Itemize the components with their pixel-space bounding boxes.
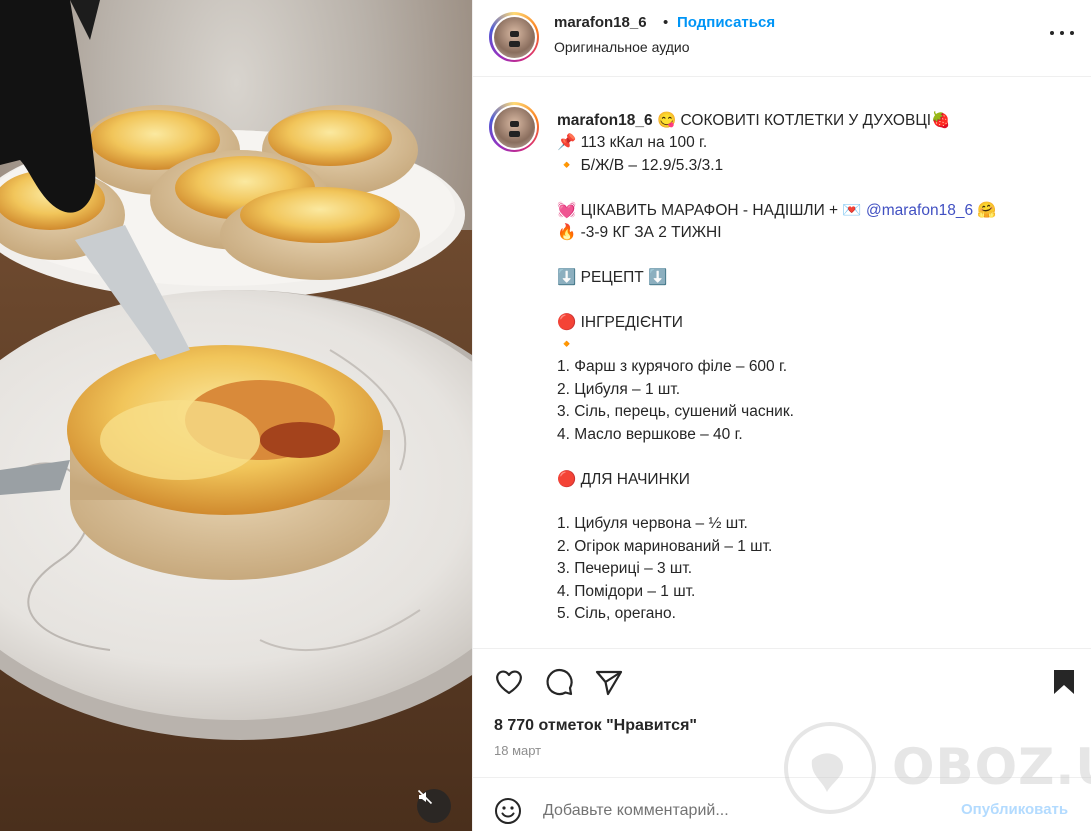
- audio-label[interactable]: Оригинальное аудио: [554, 39, 690, 55]
- mute-button[interactable]: [417, 789, 451, 823]
- mute-icon: [417, 789, 433, 805]
- caption-avatar[interactable]: [489, 102, 539, 152]
- more-icon: [1050, 31, 1054, 35]
- post-header: marafon18_6 • Подписаться Оригинальное а…: [473, 0, 1091, 77]
- caption-mention[interactable]: @marafon18_6: [866, 202, 973, 219]
- bookmark-icon[interactable]: [1048, 666, 1080, 698]
- share-icon[interactable]: [593, 666, 625, 698]
- caption-section: marafon18_6 😋 СОКОВИТІ КОТЛЕТКИ У ДУХОВЦ…: [473, 78, 1091, 648]
- likes-count[interactable]: 8 770 отметок "Нравится": [494, 717, 697, 735]
- header-separator: •: [663, 14, 669, 31]
- actions-section: 8 770 отметок "Нравится" 18 март Опублик…: [473, 648, 1091, 831]
- post-panel: marafon18_6 • Подписаться Оригинальное а…: [472, 0, 1091, 831]
- more-options-button[interactable]: [1050, 26, 1074, 40]
- comment-input[interactable]: [543, 799, 923, 823]
- caption-username[interactable]: marafon18_6: [557, 112, 653, 129]
- food-photo: [0, 0, 472, 831]
- post-media[interactable]: [0, 0, 472, 831]
- heart-icon[interactable]: [493, 666, 525, 698]
- publish-button[interactable]: Опубликовать: [961, 801, 1068, 818]
- avatar-image: [493, 16, 535, 58]
- comment-icon[interactable]: [543, 666, 575, 698]
- post-date[interactable]: 18 март: [494, 743, 541, 758]
- follow-button[interactable]: Подписаться: [677, 14, 775, 31]
- emoji-icon[interactable]: [494, 797, 522, 825]
- avatar[interactable]: [489, 12, 539, 62]
- caption-text: marafon18_6 😋 СОКОВИТІ КОТЛЕТКИ У ДУХОВЦ…: [557, 112, 997, 622]
- header-username[interactable]: marafon18_6: [554, 14, 647, 31]
